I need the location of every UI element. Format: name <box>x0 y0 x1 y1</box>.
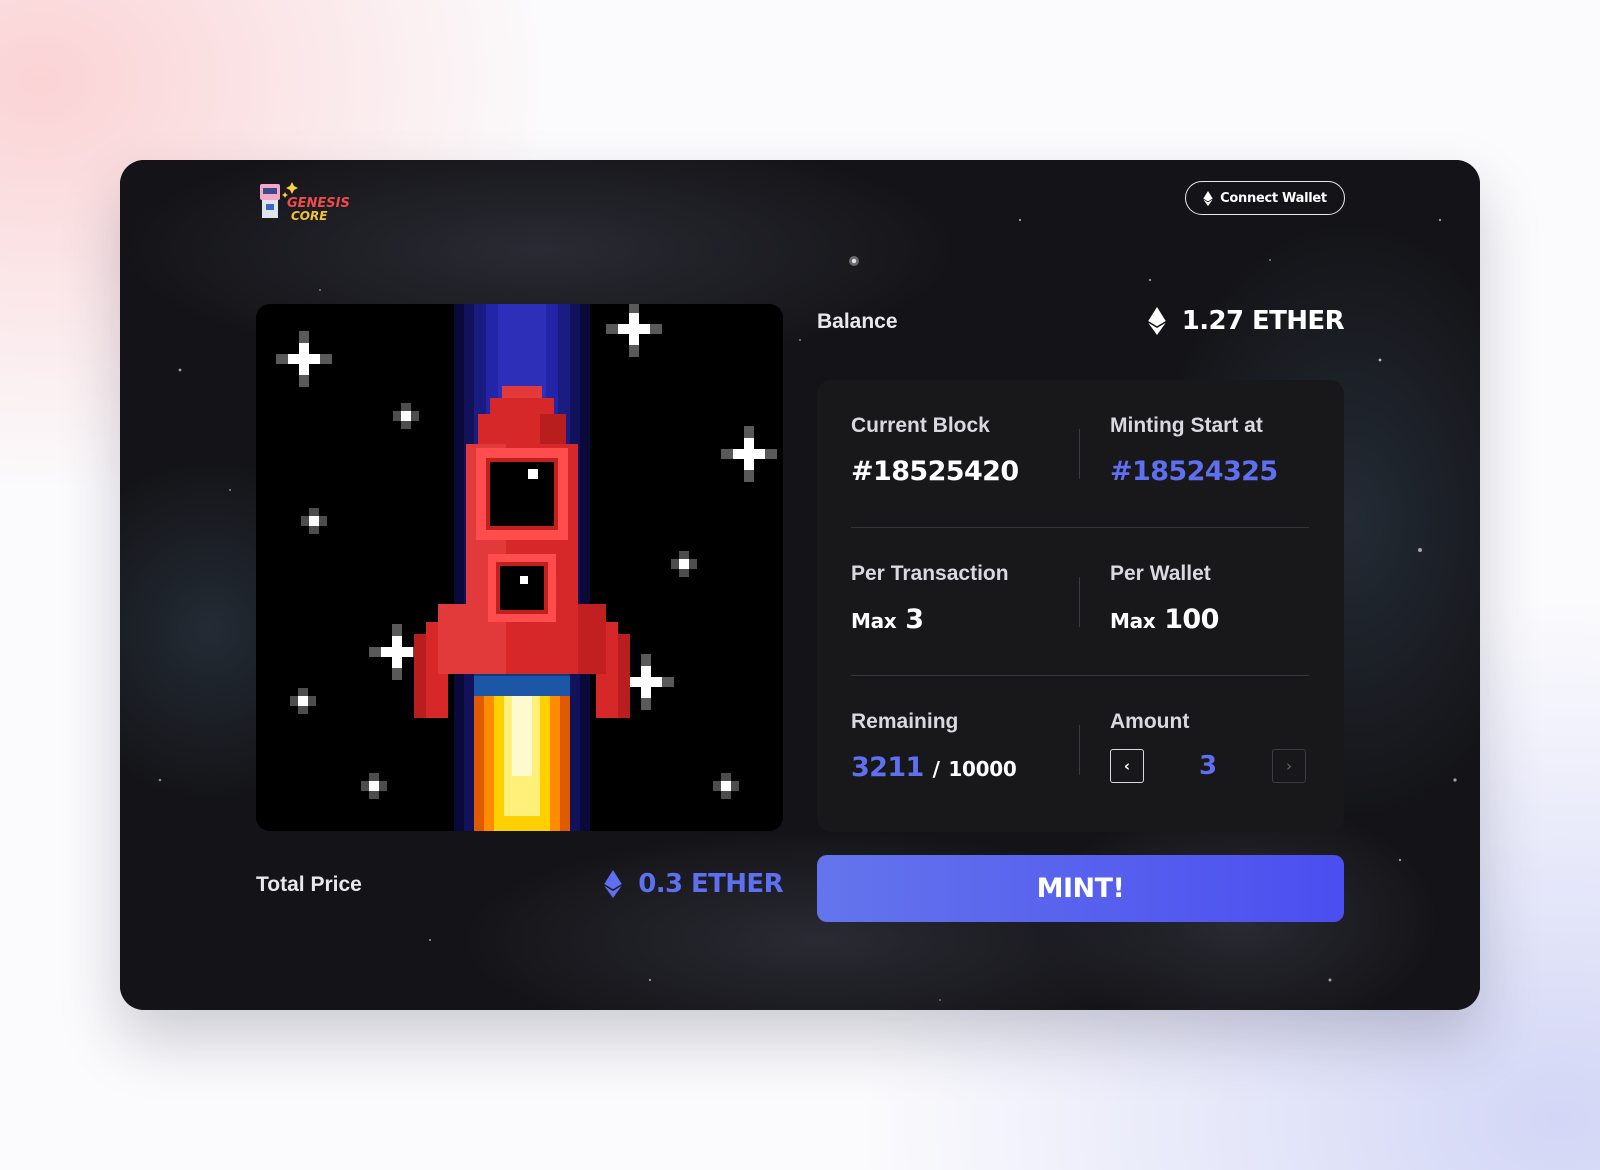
divider <box>1079 429 1080 479</box>
increment-button[interactable]: › <box>1272 749 1306 783</box>
per-wallet-max: 100 <box>1164 604 1219 635</box>
total-price-label: Total Price <box>256 873 362 896</box>
per-transaction-label: Per Transaction <box>851 562 1009 585</box>
connect-wallet-label: Connect Wallet <box>1220 190 1327 206</box>
remaining-cell: Remaining 3211 / 10000 <box>851 710 1081 783</box>
minting-start-value: #18524325 <box>1110 456 1278 487</box>
divider <box>851 527 1309 528</box>
connect-wallet-button[interactable]: Connect Wallet <box>1185 181 1345 215</box>
current-block-cell: Current Block #18525420 <box>851 414 1081 487</box>
per-transaction-cell: Per Transaction Max 3 <box>851 562 1081 635</box>
remaining-separator: / <box>932 757 940 781</box>
minting-start-cell: Minting Start at #18524325 <box>1110 414 1340 487</box>
balance-amount: 1.27 ETHER <box>1181 306 1345 336</box>
ethereum-icon <box>1203 190 1213 206</box>
current-block-value: #18525420 <box>851 456 1019 487</box>
mint-stats-panel: Current Block #18525420 Minting Start at… <box>817 380 1344 832</box>
current-block-label: Current Block <box>851 414 990 437</box>
amount-stepper[interactable]: ‹ 3 › <box>1110 749 1306 783</box>
remaining-value: 3211 / 10000 <box>851 752 1081 783</box>
remaining-count: 3211 <box>851 752 924 783</box>
ethereum-icon <box>1148 307 1166 335</box>
divider <box>1079 725 1080 775</box>
remaining-total: 10000 <box>948 757 1017 781</box>
ethereum-icon <box>604 870 622 898</box>
amount-cell: Amount ‹ 3 › <box>1110 710 1340 783</box>
nft-preview-rocket <box>256 304 783 831</box>
per-transaction-value: Max 3 <box>851 604 1081 635</box>
divider <box>851 675 1309 676</box>
per-wallet-prefix: Max <box>1110 609 1156 633</box>
balance-value: 1.27 ETHER <box>1148 306 1345 336</box>
logo-text-core: CORE <box>291 209 328 223</box>
amount-label: Amount <box>1110 710 1190 733</box>
remaining-label: Remaining <box>851 710 959 733</box>
minting-start-label: Minting Start at <box>1110 414 1263 437</box>
total-price-amount: 0.3 ETHER <box>638 869 783 899</box>
per-transaction-prefix: Max <box>851 609 897 633</box>
mint-card: GENESIS CORE Connect Wallet Balance 1.27… <box>120 160 1480 1010</box>
per-transaction-max: 3 <box>905 604 924 635</box>
genesis-core-logo: GENESIS CORE <box>260 182 350 223</box>
mint-button[interactable]: MINT! <box>817 855 1344 922</box>
balance-label: Balance <box>817 310 898 333</box>
total-price-value: 0.3 ETHER <box>604 869 784 899</box>
per-wallet-label: Per Wallet <box>1110 562 1211 585</box>
divider <box>1079 577 1080 627</box>
per-wallet-cell: Per Wallet Max 100 <box>1110 562 1340 635</box>
amount-value: 3 <box>1198 751 1218 781</box>
per-wallet-value: Max 100 <box>1110 604 1340 635</box>
decrement-button[interactable]: ‹ <box>1110 749 1144 783</box>
